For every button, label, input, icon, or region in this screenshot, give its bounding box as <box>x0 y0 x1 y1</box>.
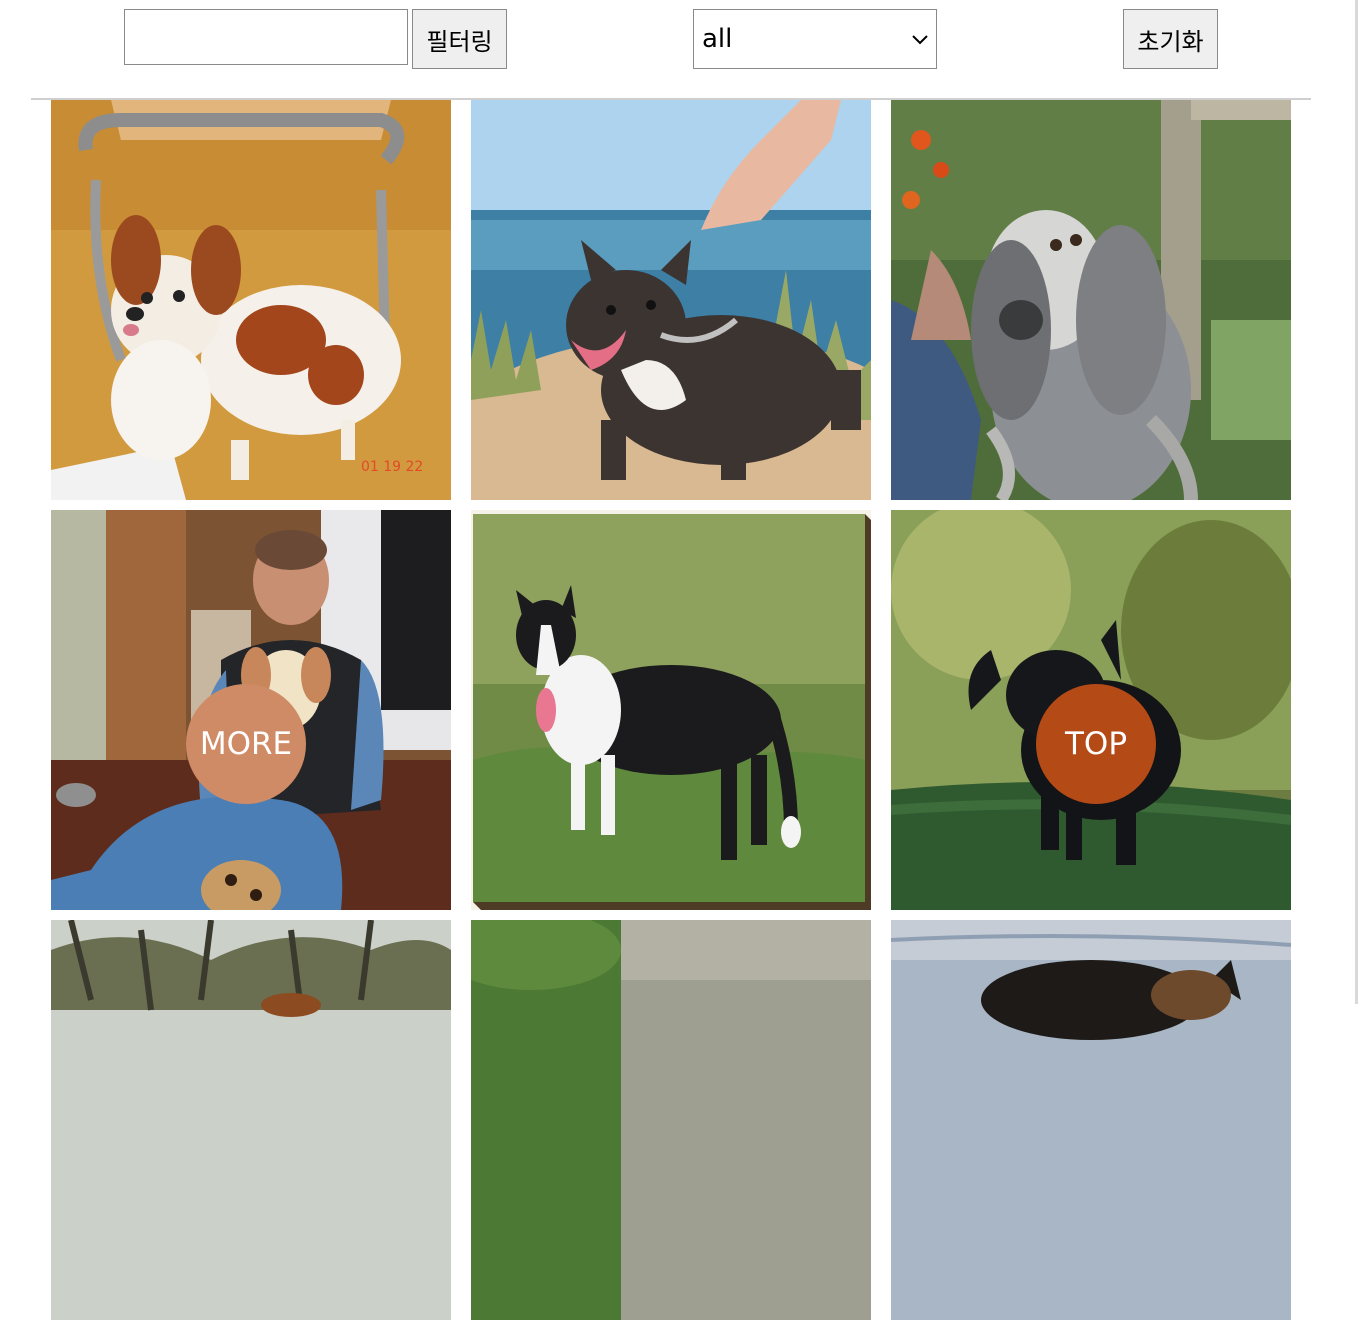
gallery-card-papillon[interactable]: 01 19 22 <box>51 100 451 500</box>
chevron-down-icon <box>912 35 928 45</box>
dog-photo: 01 19 22 <box>51 100 451 500</box>
search-input[interactable] <box>124 9 408 65</box>
photo-timestamp: 01 19 22 <box>361 459 423 475</box>
gallery-card-english-setter[interactable] <box>891 100 1291 500</box>
dog-photo <box>471 100 871 500</box>
more-button[interactable]: MORE <box>186 684 306 804</box>
filter-button[interactable]: 필터링 <box>412 9 507 69</box>
scroll-top-button[interactable]: TOP <box>1036 684 1156 804</box>
dog-photo <box>471 920 871 1320</box>
filter-toolbar: 필터링 all 초기화 <box>31 0 1311 100</box>
breed-select[interactable]: all <box>693 9 937 69</box>
breed-select-value: all <box>702 24 733 54</box>
reset-button[interactable]: 초기화 <box>1123 9 1218 69</box>
dog-photo <box>891 920 1291 1320</box>
dog-photo <box>471 510 871 910</box>
dog-photo <box>891 100 1291 500</box>
gallery-card-border-collie[interactable] <box>471 510 871 910</box>
gallery-card-dog-under-trees[interactable] <box>51 920 451 1320</box>
gallery-card-dog-by-water[interactable] <box>891 920 1291 1320</box>
gallery-card-pitbull[interactable] <box>471 100 871 500</box>
gallery-card-dog-in-field[interactable] <box>471 920 871 1320</box>
dog-photo <box>51 920 451 1320</box>
